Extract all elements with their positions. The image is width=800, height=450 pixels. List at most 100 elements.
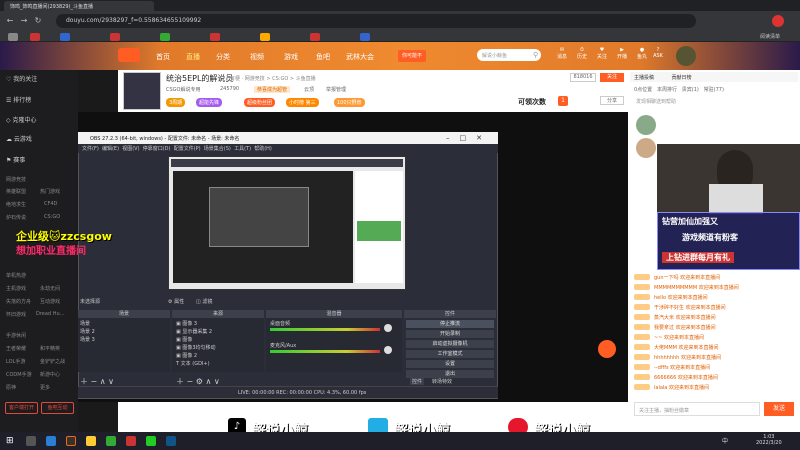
tag-badge[interactable]: 100只野兽 [334,98,365,107]
sidebar-sub[interactable]: CS:GO [44,214,60,220]
sidebar-sub[interactable]: 互动游戏 [40,298,60,305]
menu-item[interactable]: 编辑(E) [102,146,119,152]
message-icon[interactable]: ✉ 消息 [556,47,568,65]
sidebar-item-follow[interactable]: ♡ 我的关注 [6,74,37,83]
send-button[interactable]: 发送 [764,402,794,416]
tag-badge[interactable]: 小时榜 第三 [286,98,319,107]
subtab[interactable]: 常驻(77) [704,87,724,93]
nav-live[interactable]: 直播 [186,52,200,62]
user-avatar[interactable] [676,46,696,66]
window-controls[interactable]: –□✕ [446,134,492,142]
studio-mode-button[interactable]: 工作室模式 [406,350,494,358]
open-client-button[interactable]: 客户端打开 [5,402,38,414]
history-icon[interactable]: ⏱ 历史 [576,47,588,65]
chat-avatar[interactable] [636,138,656,158]
sidebar-sub[interactable]: 英雄联盟 [6,188,26,195]
tag-badge[interactable]: 3周期 [166,98,186,107]
search-icon[interactable] [26,436,36,446]
bookmark-icon[interactable] [360,33,370,41]
sidebar-sub[interactable]: 和平精英 [40,345,60,352]
sidebar-sub[interactable]: 原神 [6,384,16,391]
streamer-avatar[interactable] [123,72,161,110]
ask-icon[interactable]: ? ASK [652,47,664,65]
sidebar-sub[interactable]: 新游中心 [40,371,60,378]
chat-input[interactable]: 关注主播，抽粉丝徽章 [634,402,760,416]
app-icon[interactable] [106,436,116,446]
obs-icon[interactable] [66,436,76,446]
sidebar-sub[interactable]: 绝地求生 [6,201,26,208]
sidebar-sub[interactable]: CF4D [44,201,57,207]
menu-item[interactable]: 帮助(H) [254,146,272,152]
bookmark-icon[interactable] [310,33,320,41]
menu-item[interactable]: 停靠窗口(D) [143,146,171,152]
bookmark-icon[interactable] [160,33,170,41]
obs-preview[interactable] [168,156,406,290]
subtab[interactable]: 贵宾(1) [682,87,699,93]
tab-daily-rank[interactable]: 贡献日榜 [672,75,692,81]
douyu-float-icon[interactable] [598,340,616,358]
folder-icon[interactable] [86,436,96,446]
settings-button[interactable]: 设置 [406,360,494,368]
search-icon[interactable]: ⚲ [533,51,538,59]
clock[interactable]: 1:03 2022/3/20 [756,434,782,446]
tab-controls[interactable]: 控件 [410,378,425,385]
fishball-icon[interactable]: ● 鱼丸 [636,47,648,65]
volume-gear-icon[interactable] [384,324,392,332]
sidebar-item-rank[interactable]: ☰ 排行榜 [6,95,31,104]
search-input[interactable]: 解说小鲸鱼 [477,49,541,61]
bookmark-icon[interactable] [260,33,270,41]
sidebar-sub[interactable]: Dread Hu... [36,311,64,317]
douyu-logo[interactable] [118,48,140,62]
sidebar-item-clone[interactable]: ◇ 克隆中心 [6,115,37,124]
back-icon[interactable]: ← [4,15,16,27]
sidebar-item-cloudgame[interactable]: ☁ 云游戏 [6,134,32,143]
filters-button[interactable]: ◫ 滤镜 [196,298,212,305]
sidebar-sub[interactable]: 王者荣耀 [6,345,26,352]
app-icon[interactable] [126,436,136,446]
follow-icon[interactable]: ♥ 关注 [596,47,608,65]
menu-item[interactable]: 工具(T) [234,146,251,152]
browser-tab[interactable]: 饰鸣_饰鸣直播间(293829)_斗鱼直播 [4,1,154,11]
share-button[interactable]: 分享 [600,96,624,105]
steam-icon[interactable] [166,436,176,446]
reload-icon[interactable]: ↻ [32,15,44,27]
url-input[interactable]: douyu.com/2938297_f=0.558634655109992 [56,14,696,28]
sidebar-item-event[interactable]: ⚑ 赛事 [6,155,25,164]
bookmark-icon[interactable] [8,33,18,41]
menu-item[interactable]: 文件(F) [82,146,99,152]
follow-button[interactable]: 关注 [600,73,624,82]
bookmark-icon[interactable] [210,33,220,41]
nav-wulin[interactable]: 武林大会 [346,52,374,62]
room-meta[interactable]: 举报管理 [326,86,346,93]
broadcast-icon[interactable]: ▶ 开播 [616,47,628,65]
source-item[interactable]: ▣ 图像 [176,336,192,343]
source-item[interactable]: ▣ 显示器采集 2 [176,328,212,335]
start-icon[interactable]: ⊞ [6,436,14,446]
tag-badge[interactable]: 超级粉丝团 [244,98,276,107]
tag-badge[interactable]: 超能先锋 [196,98,223,107]
sidebar-sub[interactable]: 失落的方舟 [6,298,31,305]
exit-button[interactable]: 退出 [406,370,494,378]
tab-contribution[interactable]: 主播投稿 [634,75,654,81]
source-item[interactable]: ▣ 图像 3 [176,320,197,327]
nav-home[interactable]: 首页 [156,52,170,62]
chat-avatar[interactable] [636,115,656,135]
nav-category[interactable]: 分类 [216,52,230,62]
subtab[interactable]: 0点位置 [634,87,652,93]
source-item[interactable]: ▣ 图像3均匀移动 [176,344,216,351]
profile-avatar[interactable] [772,15,784,27]
menu-item[interactable]: 配置文件(P) [174,146,201,152]
tab-transitions[interactable]: 转场特效 [432,378,452,385]
bookmark-icon[interactable] [110,33,120,41]
scene-item[interactable]: 场景 [80,320,90,327]
scene-item[interactable]: 场景 3 [80,336,95,343]
sidebar-sub[interactable]: CODM手游 [6,371,32,378]
menu-item[interactable]: 视图(V) [122,146,139,152]
bookmark-icon[interactable] [30,33,40,41]
sidebar-sub[interactable]: 主机游戏 [6,285,26,292]
chrome-icon[interactable] [46,436,56,446]
sidebar-sub[interactable]: 永劫无间 [40,285,60,292]
room-breadcrumb[interactable]: 有梗 · 网游竞技 > CS:GO > 斗鱼直播 [230,75,316,82]
sidebar-sub[interactable]: 金铲铲之战 [40,358,65,365]
ime-indicator[interactable]: 中 [722,436,728,445]
